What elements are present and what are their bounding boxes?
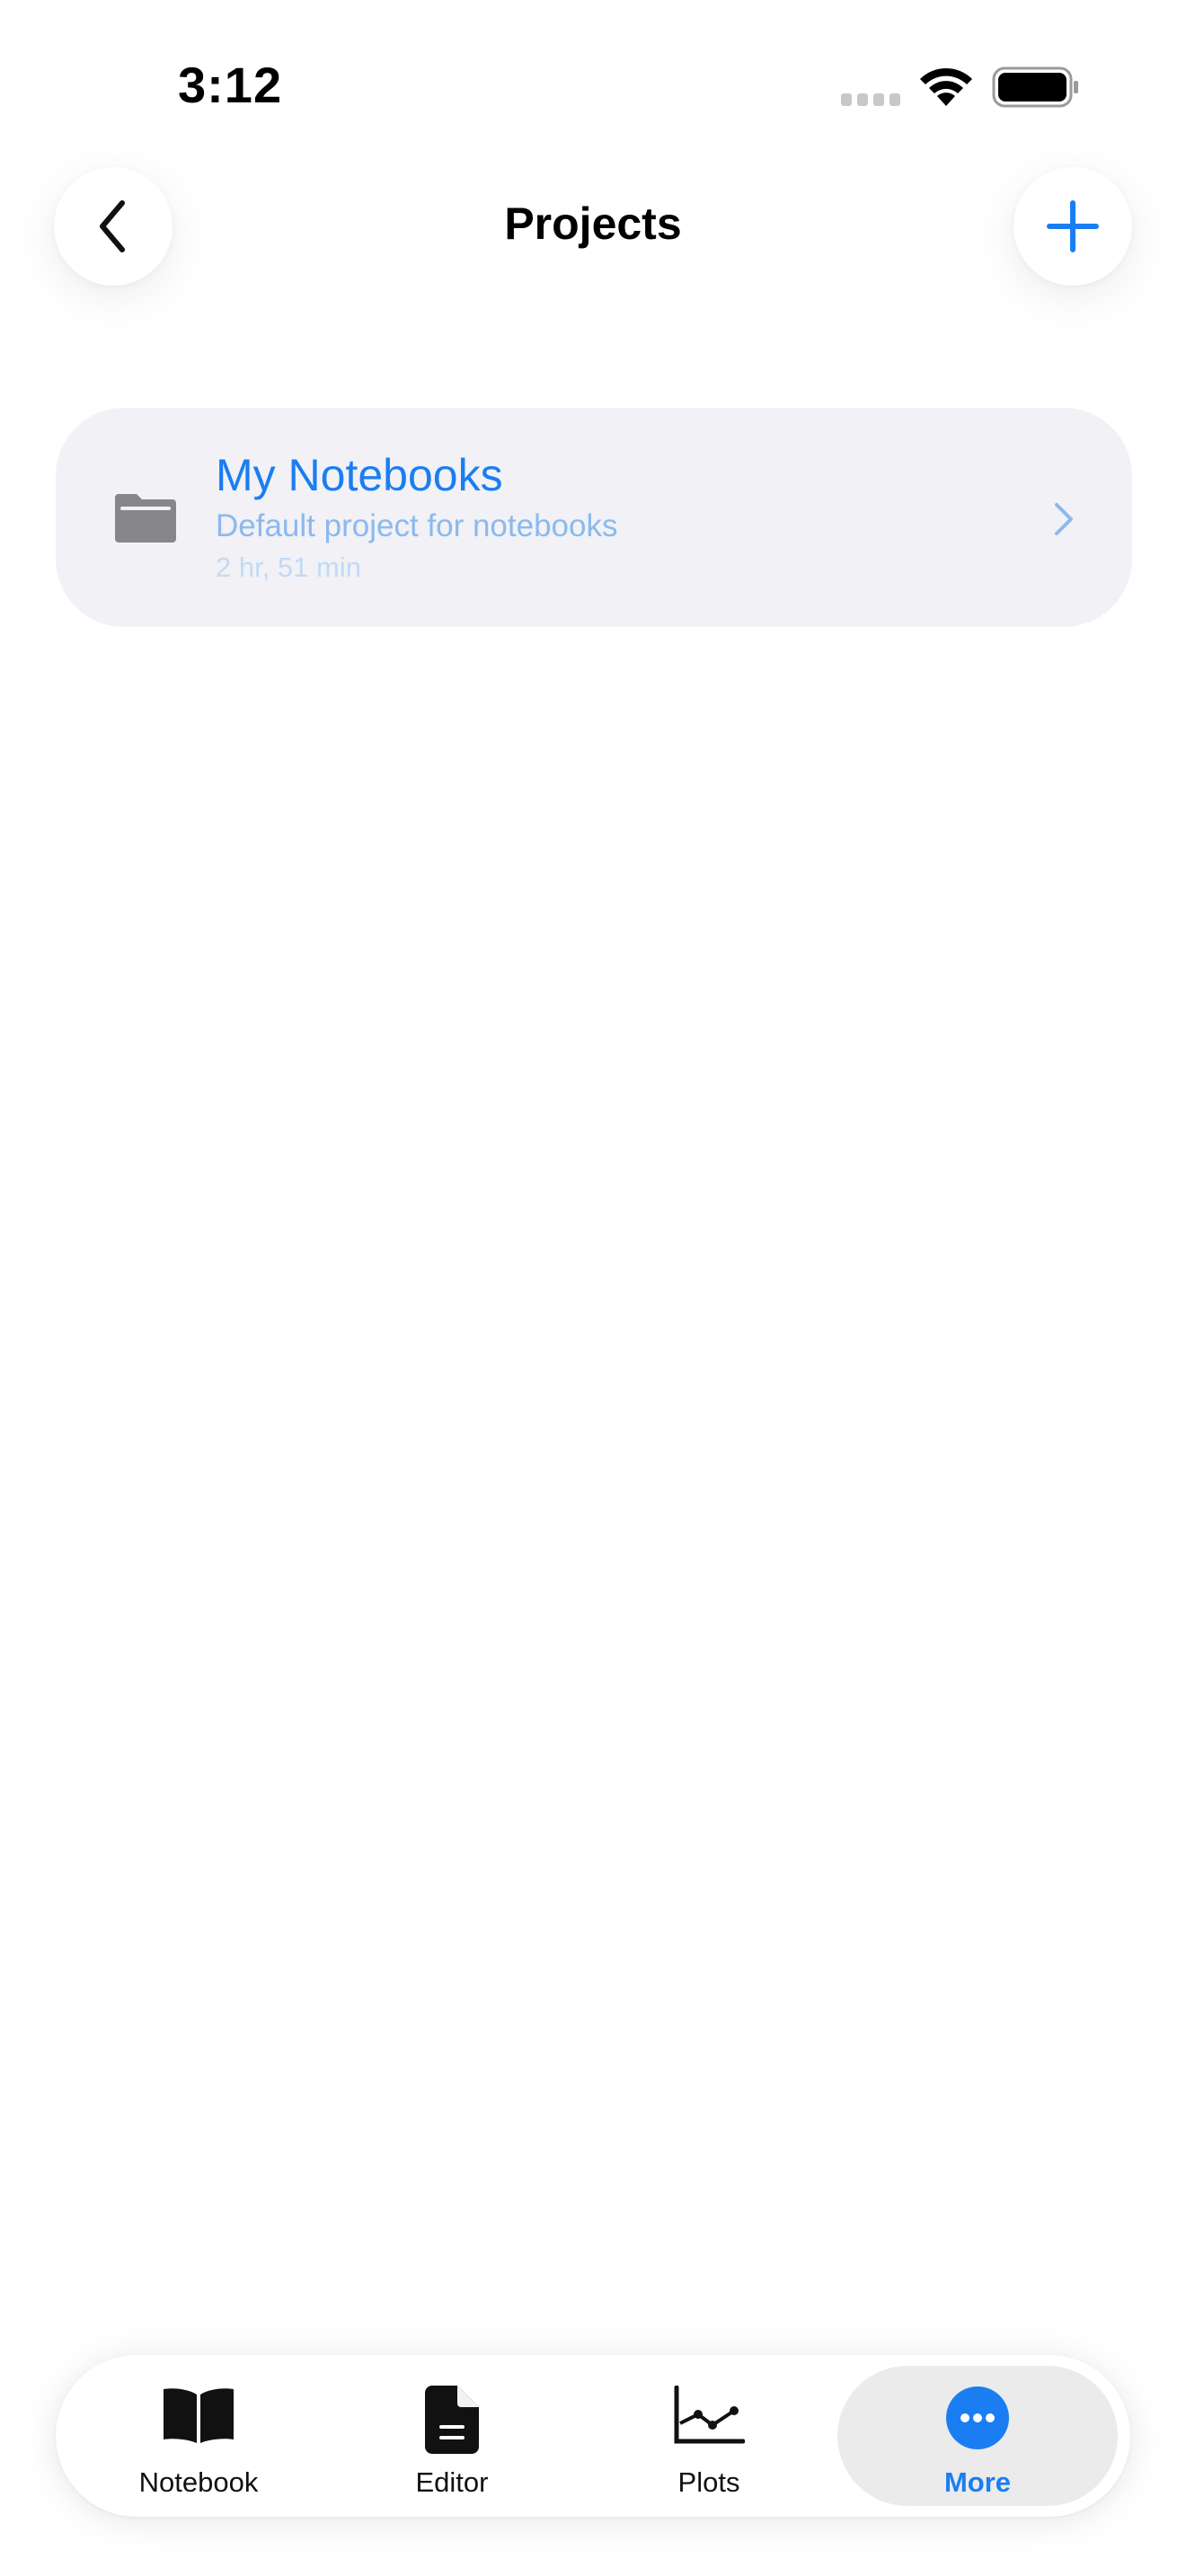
tab-more[interactable]: More <box>837 2366 1118 2506</box>
document-icon <box>425 2386 479 2454</box>
tab-editor[interactable]: Editor <box>385 2355 519 2517</box>
line-chart-icon <box>674 2386 745 2444</box>
tab-plots[interactable]: Plots <box>642 2355 776 2517</box>
ellipsis-circle-icon <box>946 2386 1009 2449</box>
project-meta: 2 hr, 51 min <box>216 551 361 583</box>
status-time: 3:12 <box>178 57 283 113</box>
page-title: Projects <box>504 198 682 249</box>
tab-notebook[interactable]: Notebook <box>131 2355 266 2517</box>
chevron-right-icon <box>1055 503 1073 535</box>
battery-icon <box>992 66 1078 108</box>
tab-label: More <box>943 2466 1012 2498</box>
tab-label: Plots <box>677 2466 740 2498</box>
project-card[interactable]: My Notebooks Default project for noteboo… <box>56 408 1132 627</box>
book-icon <box>164 2388 234 2443</box>
project-name: My Notebooks <box>216 450 503 500</box>
tab-label: Editor <box>415 2466 489 2498</box>
plus-icon <box>1047 200 1099 252</box>
cellular-signal-icon <box>841 93 900 106</box>
folder-icon <box>115 494 176 543</box>
add-project-button[interactable] <box>1013 167 1132 286</box>
tab-label: Notebook <box>138 2466 259 2498</box>
project-description: Default project for notebooks <box>216 508 618 543</box>
wifi-icon <box>920 67 972 106</box>
tab-bar: Notebook Editor Plots More <box>56 2355 1130 2517</box>
screen: 3:12 Projects My Notebooks Default proje… <box>0 0 1186 2576</box>
